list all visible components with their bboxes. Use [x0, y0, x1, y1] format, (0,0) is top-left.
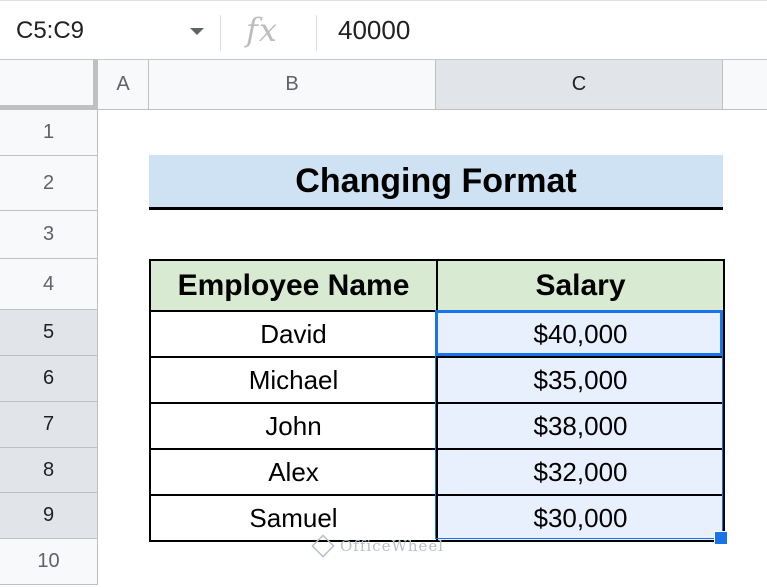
- table-row: David $40,000: [149, 310, 725, 358]
- row-header-9[interactable]: 9: [0, 493, 98, 539]
- cell-name[interactable]: John: [149, 402, 438, 450]
- row-header-7[interactable]: 7: [0, 402, 98, 448]
- divider: [316, 15, 317, 51]
- column-header-c[interactable]: C: [436, 60, 723, 110]
- divider: [220, 15, 221, 51]
- table-row: Michael $35,000: [149, 356, 725, 404]
- cell-name[interactable]: David: [149, 310, 438, 358]
- fx-icon: fx: [246, 11, 278, 49]
- row-header-8[interactable]: 8: [0, 448, 98, 493]
- chevron-down-icon[interactable]: [190, 27, 204, 35]
- header-salary[interactable]: Salary: [436, 259, 725, 312]
- fill-handle[interactable]: [714, 531, 728, 545]
- select-all-corner[interactable]: [0, 60, 98, 110]
- row-header-6[interactable]: 6: [0, 356, 98, 402]
- watermark-text: OfficeWheel: [340, 537, 445, 555]
- table-row: John $38,000: [149, 402, 725, 450]
- formula-bar: C5:C9 fx 40000: [0, 0, 767, 60]
- name-box-text: C5:C9: [16, 17, 85, 44]
- table-header-row: Employee Name Salary: [149, 259, 725, 312]
- watermark: OfficeWheel: [311, 534, 445, 558]
- cell-salary[interactable]: $38,000: [436, 402, 725, 450]
- cell-salary[interactable]: $35,000: [436, 356, 725, 404]
- header-employee-name[interactable]: Employee Name: [149, 259, 438, 312]
- row-header-4[interactable]: 4: [0, 259, 98, 310]
- column-header-a[interactable]: A: [98, 60, 149, 110]
- data-table: Employee Name Salary David $40,000 Micha…: [149, 259, 725, 542]
- freeze-handle-vertical[interactable]: [93, 60, 97, 110]
- name-box[interactable]: C5:C9: [0, 9, 220, 53]
- table-row: Alex $32,000: [149, 448, 725, 496]
- cell-name[interactable]: Michael: [149, 356, 438, 404]
- row-header-5[interactable]: 5: [0, 310, 98, 356]
- column-header-d[interactable]: [723, 60, 767, 110]
- row-header-2[interactable]: 2: [0, 156, 98, 211]
- cell-name[interactable]: Alex: [149, 448, 438, 496]
- title-cell[interactable]: Changing Format: [149, 155, 723, 210]
- officewheel-logo-icon: [311, 534, 335, 558]
- cell-salary[interactable]: $32,000: [436, 448, 725, 496]
- formula-input[interactable]: 40000: [338, 15, 410, 46]
- row-header-10[interactable]: 10: [0, 539, 98, 585]
- cell-salary[interactable]: $30,000: [436, 494, 725, 542]
- column-header-b[interactable]: B: [149, 60, 436, 110]
- cell-salary[interactable]: $40,000: [436, 310, 725, 358]
- freeze-handle-horizontal[interactable]: [0, 105, 98, 109]
- row-header-1[interactable]: 1: [0, 110, 98, 156]
- row-header-3[interactable]: 3: [0, 211, 98, 259]
